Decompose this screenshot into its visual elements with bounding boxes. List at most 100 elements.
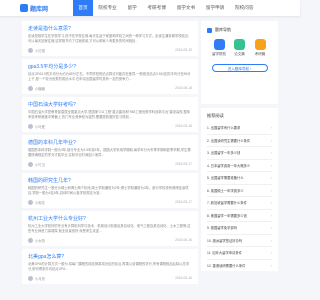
category-exams[interactable]: 考研篇	[250, 39, 270, 57]
category-panel: 题库导航 留学院校 论文篇 考研篇 进入题库导航 ›	[201, 21, 278, 104]
recommend-link[interactable]: 5. 出国留学需要准备什么	[207, 175, 244, 180]
chevron-right-icon: ›	[270, 162, 272, 168]
nav-item-apply[interactable]: 留学申请	[200, 0, 229, 16]
article-author: 小叮当	[28, 161, 45, 167]
nav-item-schools[interactable]: 院校专业	[93, 0, 122, 16]
article-title[interactable]: 杭州工业大学什么专业好?	[28, 215, 192, 222]
main-nav: 首页 院校专业 留学 考研考博 留学文书 留学申请 院校问答	[73, 0, 259, 16]
chevron-right-icon: ›	[270, 262, 272, 268]
list-item[interactable]: 8. 美国留学一年需要多少钱 ›	[207, 210, 272, 222]
nav-item-documents[interactable]: 留学文书	[171, 0, 200, 16]
list-item[interactable]: 9. 德国留学免学费吗 ›	[207, 222, 272, 235]
recommend-link[interactable]: 11. 加拿大留学申请条件	[207, 250, 242, 255]
exam-icon	[254, 39, 266, 50]
category-label: 留学院校	[212, 52, 226, 56]
recommend-link[interactable]: 2. 出国读研究生需要什么条件	[207, 138, 250, 143]
article-card[interactable]: 韩国的研究生几年? 韩国的研究生一般分为硕士和博士两个阶段,硕士学制通常为2年,…	[22, 173, 198, 208]
author-name: 小可爱	[35, 124, 45, 129]
avatar-icon	[28, 47, 33, 53]
article-card[interactable]: 走读是指什么意思? 走读是指学生在学校学习,但不在学校住宿,每天往返于家庭和学校…	[22, 21, 198, 56]
grid-icon	[207, 27, 212, 33]
list-item[interactable]: 5. 出国留学需要准备什么 ›	[207, 172, 272, 185]
list-item[interactable]: 4. 日本留学费用一年大概多少 ›	[207, 160, 272, 172]
article-date: 2024-05-16	[175, 276, 192, 280]
category-schools[interactable]: 留学院校	[209, 39, 229, 57]
chevron-right-icon: ›	[270, 150, 272, 156]
article-title[interactable]: 北美gpa怎么算?	[28, 253, 192, 260]
chevron-right-icon: ›	[270, 250, 272, 256]
list-item[interactable]: 10. 澳洲留学签证好办吗 ›	[207, 235, 272, 247]
article-excerpt: 走读是指学生在学校学习,但不在学校住宿,每天往返于家庭和学校之间的一种学习方式。…	[28, 34, 189, 43]
recommend-link[interactable]: 6. 英国硕士一年学费多少	[207, 188, 244, 193]
article-meta: 小糖糖 2024-05-18	[28, 85, 192, 91]
article-excerpt: 北美GPA的计算方式一般为:将每门课程的成绩换算成对应的绩点,再乘以该课程的学分…	[28, 262, 190, 271]
article-title[interactable]: 德国的本科几年毕业?	[28, 139, 192, 146]
nav-item-exams[interactable]: 考研考博	[142, 0, 171, 16]
chevron-right-icon: ›	[270, 137, 272, 143]
recommend-heading: 推荐阅读	[207, 113, 224, 118]
category-heading-label: 题库导航	[215, 27, 231, 32]
article-date: 2024-05-19	[175, 48, 192, 52]
chevron-right-icon: ›	[270, 125, 272, 131]
recommend-link[interactable]: 8. 美国留学一年需要多少钱	[207, 213, 247, 218]
article-list: 走读是指什么意思? 走读是指学生在学校学习,但不在学校住宿,每天往返于家庭和学校…	[22, 21, 198, 287]
article-meta: 小棉花 2024-05-17	[28, 199, 192, 205]
article-meta: 小可爱 2024-05-18	[28, 123, 192, 129]
chevron-right-icon: ›	[270, 225, 272, 231]
article-author: 小太阳	[28, 237, 45, 243]
recommend-link[interactable]: 1. 出国留学有什么要求	[207, 125, 240, 130]
chevron-right-icon: ›	[270, 187, 272, 193]
article-date: 2024-05-17	[175, 200, 192, 204]
article-date: 2024-05-18	[175, 86, 192, 90]
article-meta: 小红帽 2024-05-19	[28, 47, 192, 53]
recommend-link[interactable]: 10. 澳洲留学签证好办吗	[207, 238, 242, 243]
list-item[interactable]: 11. 加拿大留学申请条件 ›	[207, 247, 272, 260]
article-title[interactable]: 中国石油大学好考吗?	[28, 101, 192, 108]
article-card[interactable]: 中国石油大学好考吗? 中国石油大学是教育部直属全国重点大学,是国家“211工程”…	[22, 97, 198, 132]
enter-category-button[interactable]: 进入题库导航 ›	[211, 64, 268, 72]
list-item[interactable]: 1. 出国留学有什么要求 ›	[207, 122, 272, 135]
article-author: 小糖糖	[28, 85, 45, 91]
category-papers[interactable]: 论文篇	[230, 39, 250, 57]
avatar-icon	[28, 275, 33, 281]
author-name: 小糖糖	[35, 86, 45, 91]
article-date: 2024-05-17	[175, 162, 192, 166]
nav-item-study-abroad[interactable]: 留学	[122, 0, 142, 16]
list-item[interactable]: 6. 英国硕士一年学费多少 ›	[207, 185, 272, 197]
recommend-link[interactable]: 9. 德国留学免学费吗	[207, 225, 237, 230]
sidebar: 题库导航 留学院校 论文篇 考研篇 进入题库导航 › 推荐阅读 1. 出国留学有…	[201, 21, 278, 275]
article-excerpt: 绩点GPA3.5的平均分大约为85分左右。不同学校的绩点算法可能存在差异,一般而…	[28, 72, 191, 81]
article-title[interactable]: gpa3.5平均分是多少?	[28, 63, 192, 70]
author-name: 小太阳	[35, 238, 45, 243]
recommend-link[interactable]: 3. 出国留学一年多少钱	[207, 150, 240, 155]
article-title[interactable]: 韩国的研究生几年?	[28, 177, 192, 184]
nav-item-home[interactable]: 首页	[73, 0, 93, 16]
article-author: 小红帽	[28, 47, 45, 53]
school-icon	[213, 39, 225, 50]
avatar-icon	[28, 123, 33, 129]
article-author: 小可爱	[28, 123, 45, 129]
list-item[interactable]: 12. 香港读研需要什么条件 ›	[207, 260, 272, 272]
avatar-icon	[28, 161, 33, 167]
list-item[interactable]: 2. 出国读研究生需要什么条件 ›	[207, 135, 272, 147]
author-name: 小红帽	[35, 48, 45, 53]
recommend-link[interactable]: 7. 新加坡留学需要什么条件	[207, 200, 247, 205]
avatar-icon	[28, 237, 33, 243]
article-card[interactable]: 北美gpa怎么算? 北美GPA的计算方式一般为:将每门课程的成绩换算成对应的绩点…	[22, 249, 198, 284]
list-item[interactable]: 7. 新加坡留学需要什么条件 ›	[207, 197, 272, 210]
article-title[interactable]: 走读是指什么意思?	[28, 25, 192, 32]
article-author: 小月亮	[28, 275, 45, 281]
article-meta: 小月亮 2024-05-16	[28, 275, 192, 281]
nav-item-qa[interactable]: 院校问答	[230, 0, 259, 16]
recommend-link[interactable]: 4. 日本留学费用一年大概多少	[207, 163, 250, 168]
category-label: 论文篇	[234, 52, 245, 56]
chevron-right-icon: ›	[270, 200, 272, 206]
recommend-link[interactable]: 12. 香港读研需要什么条件	[207, 263, 245, 268]
site-logo[interactable]: 题库网	[20, 3, 48, 13]
list-item[interactable]: 3. 出国留学一年多少钱 ›	[207, 147, 272, 160]
article-card[interactable]: 杭州工业大学什么专业好? 杭州工业大学较好的专业有计算机科学与技术、机械设计制造…	[22, 211, 198, 246]
article-card[interactable]: 德国的本科几年毕业? 德国的本科学制一般为3年,部分专业为3.5年或4年。德国大…	[22, 135, 198, 170]
article-card[interactable]: gpa3.5平均分是多少? 绩点GPA3.5的平均分大约为85分左右。不同学校的…	[22, 59, 198, 94]
article-author: 小棉花	[28, 199, 45, 205]
category-label: 考研篇	[254, 52, 266, 56]
